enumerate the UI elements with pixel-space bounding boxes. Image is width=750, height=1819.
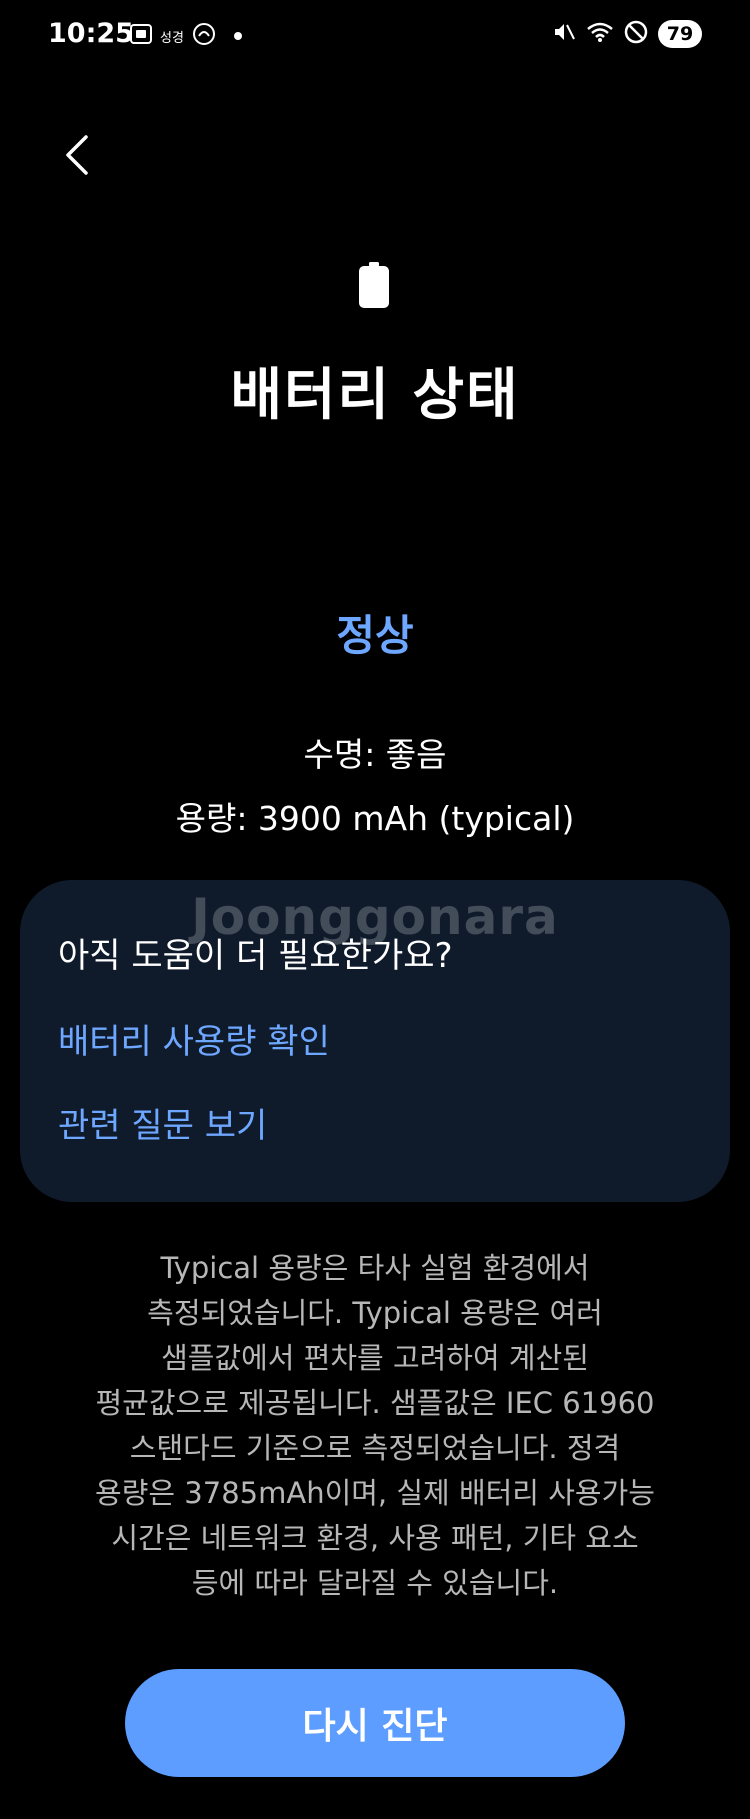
screenshot-icon — [130, 24, 152, 48]
battery-icon — [359, 262, 389, 308]
status-left-icons: 성경 — [130, 22, 242, 50]
status-app-label: 성경 — [160, 30, 184, 46]
disclaimer-line: 샘플값에서 편차를 고려하여 계산된 — [161, 1341, 589, 1375]
help-card-title: 아직 도움이 더 필요한가요? — [58, 936, 453, 976]
disclaimer-line: 용량은 3785mAh이며, 실제 배터리 사용가능 — [95, 1476, 655, 1510]
battery-level-badge: 79 — [658, 20, 702, 48]
notification-dot-icon — [233, 32, 242, 40]
page-title: 배터리 상태 — [230, 363, 520, 428]
rediagnose-button[interactable]: 다시 진단 — [125, 1669, 625, 1777]
app-notification-icon — [192, 22, 216, 50]
related-questions-link[interactable]: 관련 질문 보기 — [58, 1098, 267, 1147]
disclaimer-line: 측정되었습니다. Typical 용량은 여러 — [147, 1296, 603, 1330]
disclaimer-line: 스탠다드 기준으로 측정되었습니다. 정격 — [129, 1431, 621, 1465]
chevron-left-icon — [66, 135, 88, 175]
disclaimer-text: Typical 용량은 타사 실험 환경에서 측정되었습니다. Typical … — [60, 1246, 690, 1606]
disclaimer-line: 등에 따라 달라질 수 있습니다. — [191, 1566, 559, 1600]
battery-life-text: 수명: 좋음 — [303, 735, 447, 774]
battery-usage-link[interactable]: 배터리 사용량 확인 — [58, 1014, 330, 1063]
help-card: Joonggonara 아직 도움이 더 필요한가요? 배터리 사용량 확인 관… — [20, 880, 730, 1202]
status-time: 10:25 — [48, 18, 134, 49]
disclaimer-line: 시간은 네트워크 환경, 사용 패턴, 기타 요소 — [111, 1521, 639, 1555]
mute-icon — [552, 20, 576, 48]
back-button[interactable] — [52, 130, 102, 180]
do-not-disturb-icon — [624, 20, 648, 48]
wifi-icon — [586, 21, 614, 47]
status-right-icons: 79 — [552, 20, 702, 48]
battery-capacity-text: 용량: 3900 mAh (typical) — [175, 799, 575, 838]
status-bar: 10:25 성경 79 — [0, 0, 750, 80]
battery-status-text: 정상 — [336, 611, 414, 660]
disclaimer-line: 평균값으로 제공됩니다. 샘플값은 IEC 61960 — [95, 1386, 655, 1420]
disclaimer-line: Typical 용량은 타사 실험 환경에서 — [160, 1251, 590, 1285]
